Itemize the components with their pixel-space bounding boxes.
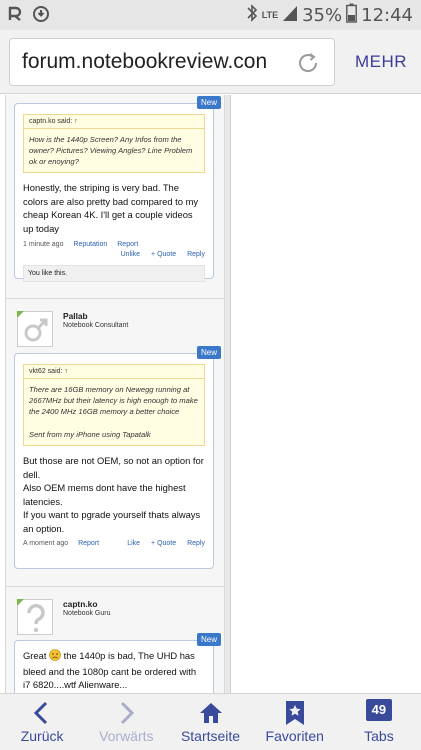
post-time: 1 minute ago (23, 241, 64, 249)
new-badge: New (196, 346, 221, 359)
like-link[interactable]: Like (127, 540, 140, 547)
favorites-button[interactable]: Favoriten (253, 694, 337, 750)
post-message-2: New vkt62 said: ↑ There are 16GB memory … (14, 346, 221, 569)
web-content: New captn.ko said: ↑ How is the 1440p Sc… (0, 95, 421, 693)
reputation-link[interactable]: Reputation (73, 241, 107, 248)
new-badge: New (196, 633, 221, 646)
back-label[interactable]: Zurück (0, 728, 84, 744)
page-gutter (225, 95, 231, 693)
favorites-label[interactable]: Favoriten (253, 728, 337, 744)
post-divider (5, 586, 225, 587)
tabs-label[interactable]: Tabs (337, 728, 421, 744)
browser-toolbar: forum.notebookreview.con MEHR (0, 30, 421, 94)
author-title: Notebook Guru (63, 610, 111, 617)
clock: 12:44 (361, 5, 413, 26)
home-label[interactable]: Startseite (168, 728, 252, 744)
post-line: But those are not OEM, so not an option … (23, 455, 204, 480)
signal-icon (282, 4, 298, 27)
avatar[interactable] (17, 599, 53, 635)
home-icon (198, 700, 224, 731)
quote-link[interactable]: + Quote (151, 540, 176, 547)
post-time: A moment ago (23, 539, 69, 547)
quote-body: There are 16GB memory on Newegg running … (24, 379, 204, 445)
post-text: Great the 1440p is bad, The UHD has blee… (15, 641, 213, 692)
tabs-count-icon: 49 (365, 699, 392, 721)
reload-icon[interactable] (294, 49, 322, 82)
report-link[interactable]: Report (78, 540, 99, 547)
post-line: If you want to pgrade yourself thats alw… (23, 509, 201, 534)
bookmark-star-icon (284, 700, 306, 731)
post-message-3: New Great the 1440p is bad, The UHD has … (14, 633, 221, 693)
quote-author[interactable]: captn.ko said: ↑ (24, 115, 204, 129)
forward-button[interactable]: Vorwärts (84, 694, 168, 750)
back-button[interactable]: Zurück (0, 694, 84, 750)
post-divider (5, 298, 225, 299)
avatar[interactable] (17, 311, 53, 347)
frown-emoji-icon (49, 649, 61, 665)
post-meta: A moment ago Report Like + Quote Reply (15, 540, 213, 562)
author-name[interactable]: captn.ko (63, 599, 97, 609)
unlike-link[interactable]: Unlike (121, 251, 140, 258)
author-title: Notebook Consultant (63, 322, 129, 329)
post-text-start: Great (23, 650, 47, 661)
quote-block: vkt62 said: ↑ There are 16GB memory on N… (23, 364, 205, 446)
reply-link[interactable]: Reply (187, 540, 205, 547)
more-button[interactable]: MEHR (355, 52, 407, 72)
quote-text: There are 16GB memory on Newegg running … (29, 385, 198, 416)
battery-icon (346, 3, 358, 28)
quote-block: captn.ko said: ↑ How is the 1440p Screen… (23, 114, 205, 173)
back-arrow-icon (30, 700, 54, 731)
post-meta: 1 minute ago Reputation Report Unlike + … (15, 241, 213, 263)
forward-label[interactable]: Vorwärts (84, 728, 168, 744)
post-text: But those are not OEM, so not an option … (15, 446, 213, 536)
new-badge: New (196, 96, 221, 109)
home-button[interactable]: Startseite (168, 694, 252, 750)
battery-percent: 35% (302, 5, 343, 26)
likes-summary: You like this. (23, 265, 205, 283)
r-app-icon (6, 5, 24, 28)
url-field[interactable]: forum.notebookreview.con (9, 38, 335, 86)
reply-link[interactable]: Reply (187, 251, 205, 258)
url-text[interactable]: forum.notebookreview.con (22, 50, 284, 74)
quote-author[interactable]: vkt62 said: ↑ (24, 365, 204, 379)
author-name[interactable]: Pallab (63, 311, 88, 321)
post-line: Also OEM mems dont have the highest late… (23, 482, 186, 507)
quote-link[interactable]: + Quote (151, 251, 176, 258)
network-type: LTE (261, 10, 279, 20)
quote-text: How is the 1440p Screen? Any Infos from … (29, 135, 193, 166)
post-text: Honestly, the striping is very bad. The … (23, 182, 199, 234)
tabs-button[interactable]: 49 Tabs (337, 694, 421, 750)
bluetooth-icon (246, 3, 258, 28)
quote-signature: Sent from my iPhone using Tapatalk (29, 430, 151, 439)
sync-icon (32, 5, 50, 28)
post-message-1: New captn.ko said: ↑ How is the 1440p Sc… (14, 96, 221, 283)
forward-arrow-icon (114, 700, 138, 731)
report-link[interactable]: Report (117, 241, 138, 248)
status-bar: LTE 35% 12:44 (0, 0, 421, 30)
browser-bottom-nav: Zurück Vorwärts Startseite Favoriten 49 … (0, 693, 421, 750)
